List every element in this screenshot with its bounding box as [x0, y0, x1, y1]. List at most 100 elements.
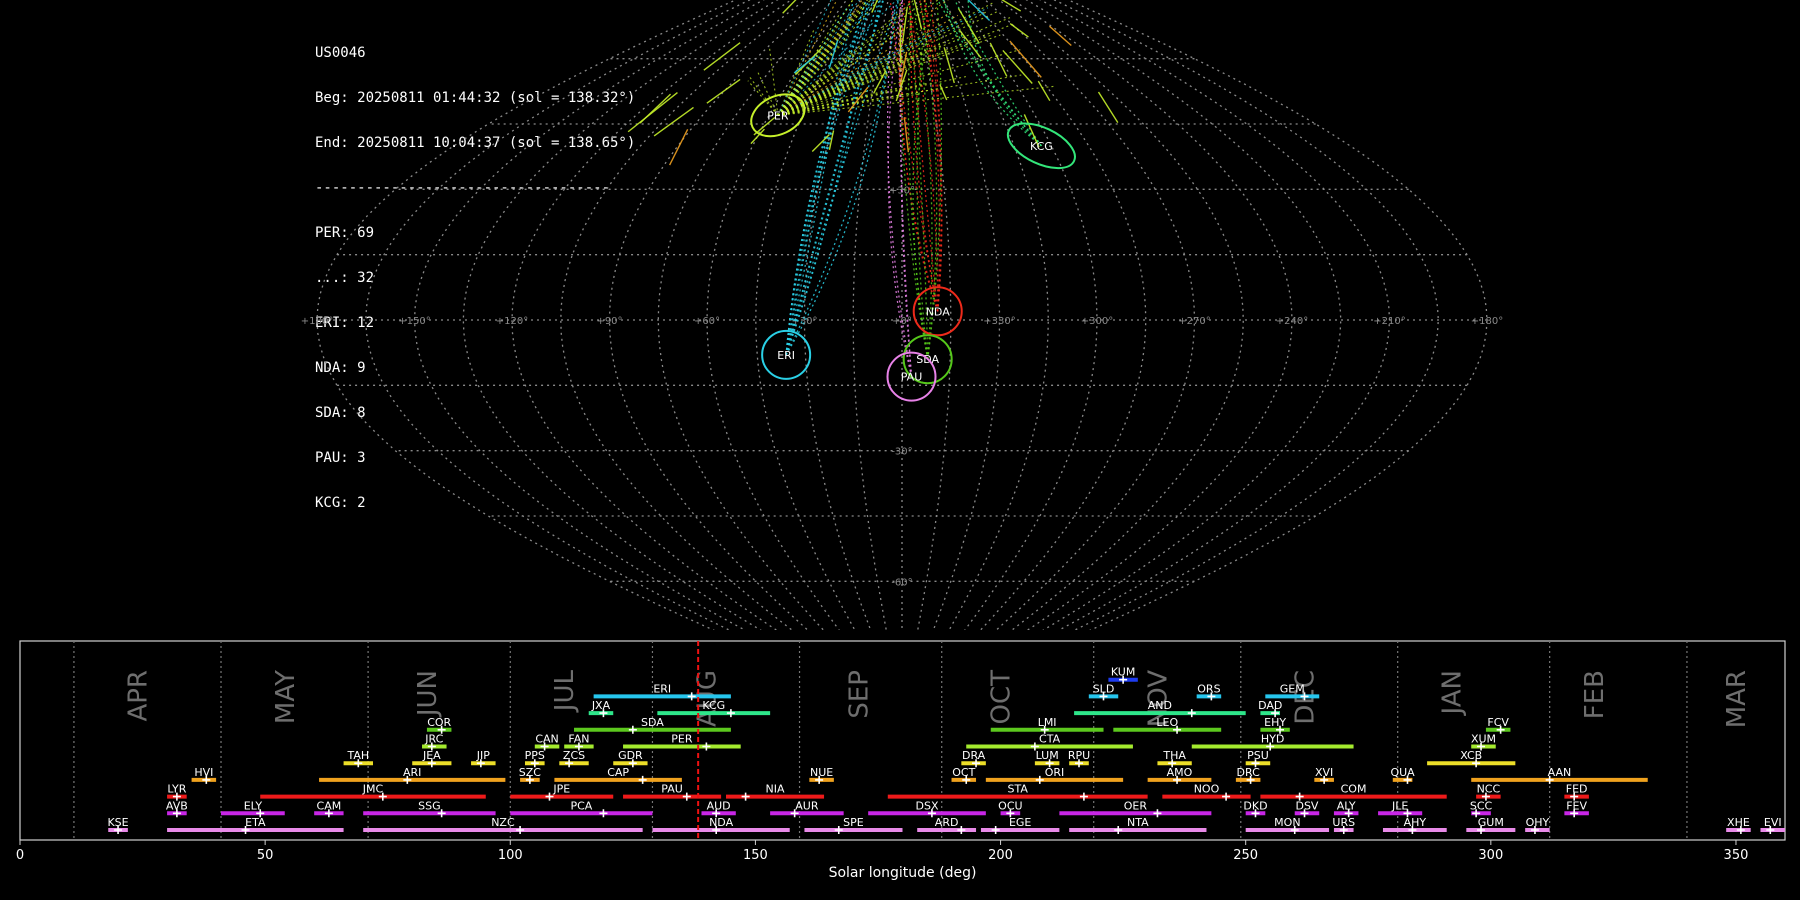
- shower-label: AUD: [707, 799, 731, 812]
- longitude-label: +60°: [694, 316, 720, 327]
- x-tick-label: 300: [1478, 848, 1503, 863]
- meteor-trail: [777, 87, 899, 116]
- shower-label: FCV: [1487, 716, 1509, 729]
- shower-label: AMO: [1167, 766, 1193, 779]
- shower-label: HVI: [194, 766, 213, 779]
- shower-label: CAP: [607, 766, 629, 779]
- shower-tah: TAH: [343, 749, 373, 768]
- longitude-label: +210°: [1373, 316, 1405, 327]
- month-label: JUL: [550, 669, 580, 713]
- shower-label: ERI: [653, 682, 671, 695]
- shower-label: OHY: [1526, 816, 1550, 829]
- meridian-line: [560, 0, 806, 630]
- shower-label: XUM: [1471, 733, 1496, 746]
- shower-label: PSU: [1247, 749, 1269, 762]
- shower-label: SZC: [519, 766, 542, 779]
- meridian-line: [942, 0, 1049, 630]
- shower-label: PCA: [570, 799, 592, 812]
- month-label: OCT: [987, 670, 1017, 725]
- shower-label: NIA: [766, 783, 785, 796]
- shower-label: EGE: [1009, 816, 1031, 829]
- radiant-label: KCG: [1030, 140, 1053, 153]
- shower-lum: LUM: [1034, 749, 1060, 768]
- shower-jrc: JRC: [422, 733, 447, 751]
- shower-nue: NUE: [809, 766, 834, 784]
- shower-label: XVI: [1315, 766, 1333, 779]
- shower-label: DRC: [1237, 766, 1261, 779]
- shower-label: LEO: [1156, 716, 1178, 729]
- shower-fcv: FCV: [1485, 716, 1511, 734]
- shower-label: OCU: [998, 799, 1022, 812]
- shower-label: OER: [1124, 799, 1148, 812]
- shower-fan: FAN: [564, 733, 594, 751]
- shower-label: JEA: [422, 749, 441, 762]
- longitude-label: +90°: [596, 316, 622, 327]
- month-label: FEB: [1580, 670, 1610, 719]
- meteor-streak: [1002, 49, 1033, 84]
- shower-xvi: XVI: [1314, 766, 1334, 784]
- shower-label: PPS: [525, 749, 545, 762]
- shower-label: FEV: [1566, 799, 1587, 812]
- meridian-line: [998, 0, 1244, 630]
- shower-gdr: GDR: [613, 749, 648, 768]
- meridian-line: [1025, 0, 1342, 630]
- shower-label: ALY: [1337, 799, 1356, 812]
- shower-ohy: OHY: [1525, 816, 1550, 834]
- shower-fev: FEV: [1564, 799, 1589, 818]
- shower-label: JIP: [476, 749, 490, 762]
- shower-label: NUE: [810, 766, 833, 779]
- shower-avb: AVB: [166, 799, 188, 818]
- shower-sld: SLD: [1088, 682, 1119, 701]
- shower-hvi: HVI: [191, 766, 217, 784]
- shower-label: CTA: [1039, 733, 1061, 746]
- shower-label: HYD: [1261, 733, 1284, 746]
- shower-label: NTA: [1127, 816, 1149, 829]
- shower-kse: KSE: [107, 816, 129, 834]
- longitude-label: +180°: [301, 316, 333, 327]
- shower-label: PER: [671, 733, 693, 746]
- shower-xum: XUM: [1471, 733, 1496, 751]
- shower-label: AND: [1148, 699, 1172, 712]
- shower-evi: EVI: [1760, 816, 1785, 834]
- shower-dad: DAD: [1258, 699, 1282, 718]
- shower-label: DRA: [962, 749, 986, 762]
- meteor-streak: [1097, 91, 1119, 124]
- shower-drc: DRC: [1235, 766, 1261, 784]
- x-tick-label: 250: [1233, 848, 1258, 863]
- shower-label: FAN: [568, 733, 589, 746]
- longitude-label: +120°: [496, 316, 528, 327]
- shower-label: AHY: [1404, 816, 1427, 829]
- shower-label: SDA: [641, 716, 664, 729]
- shower-label: CAM: [317, 799, 342, 812]
- longitude-label: +180°: [1471, 316, 1503, 327]
- shower-label: URS: [1332, 816, 1355, 829]
- meteor-streak: [967, 0, 991, 22]
- shower-label: LYR: [167, 783, 186, 796]
- shower-dkd: DKD: [1243, 799, 1268, 818]
- shower-label: ARI: [403, 766, 421, 779]
- shower-label: SCC: [1470, 799, 1493, 812]
- meteor-streak: [627, 92, 678, 133]
- shower-activity-timeline: APR MAY JUN JUL AUG SEP OCT NOV DEC JAN FEB MARKUME…: [16, 640, 1786, 881]
- meteor-streak: [1037, 80, 1051, 102]
- meteor-streak: [782, 0, 797, 14]
- shower-label: KCG: [702, 699, 725, 712]
- shower-label: EHY: [1264, 716, 1286, 729]
- longitude-label: +270°: [1178, 316, 1210, 327]
- meteor-streak: [989, 42, 1008, 77]
- x-tick-label: 100: [498, 848, 523, 863]
- shower-can: CAN: [534, 733, 560, 751]
- x-axis-label: Solar longitude (deg): [829, 865, 977, 881]
- month-label: JAN: [1438, 670, 1468, 716]
- shower-label: ETA: [245, 816, 266, 829]
- shower-label: SLD: [1093, 682, 1115, 695]
- meteor-streak: [669, 128, 689, 166]
- meridian-line: [1053, 0, 1439, 630]
- shower-urs: URS: [1332, 816, 1355, 834]
- shower-label: CAN: [535, 733, 558, 746]
- meridian-line: [365, 0, 751, 630]
- shower-rpu: RPU: [1068, 749, 1090, 768]
- shower-label: NZC: [491, 816, 515, 829]
- shower-label: ORI: [1045, 766, 1065, 779]
- shower-label: KUM: [1111, 666, 1135, 679]
